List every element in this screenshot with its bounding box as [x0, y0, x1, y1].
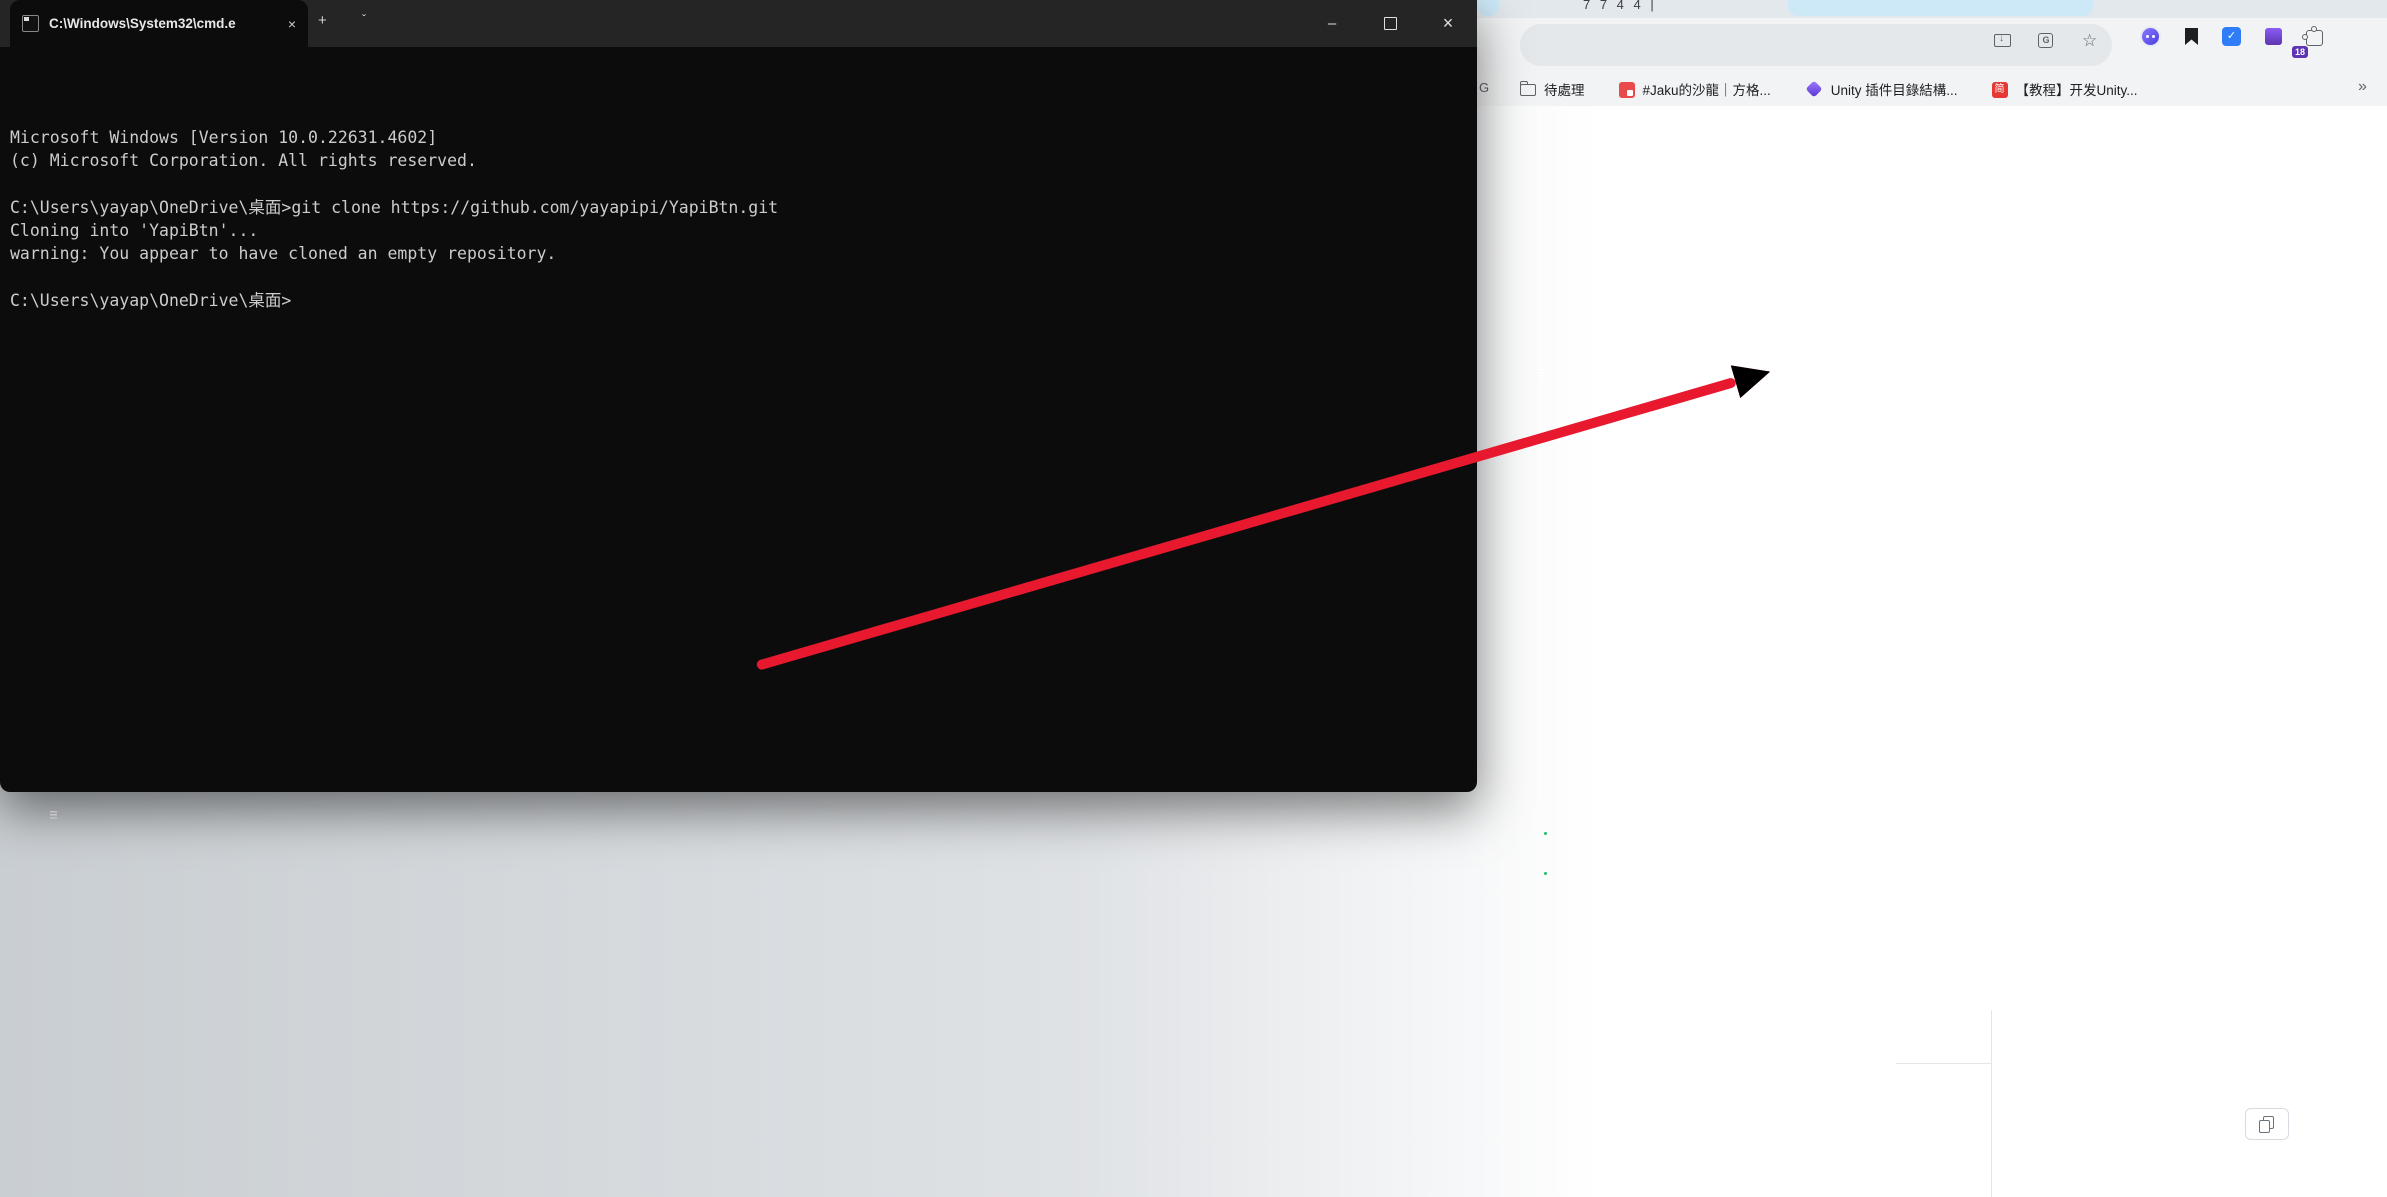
- extension-icon[interactable]: [2140, 26, 2161, 47]
- address-bar-icon[interactable]: [1994, 32, 2012, 50]
- bookmark-favicon: [1619, 82, 1635, 98]
- bookmark-label: 【教程】开发Unity...: [2016, 79, 2138, 99]
- bookmark-label: 待處理: [1544, 79, 1585, 99]
- bookmark-favicon: [1520, 80, 1536, 98]
- bookmark-fragment[interactable]: G: [1479, 80, 1489, 95]
- bookmark-item[interactable]: 简 【教程】开发Unity...: [1992, 79, 2138, 99]
- maximize-button[interactable]: [1361, 0, 1419, 47]
- terminal-line: Cloning into 'YapiBtn'...: [10, 219, 1467, 242]
- terminal-line: C:\Users\yayap\OneDrive\桌面>: [10, 289, 1467, 312]
- tab-close-icon[interactable]: ×: [288, 16, 296, 32]
- browser-active-tab[interactable]: [1788, 0, 2093, 16]
- bookmark-label: Unity 插件目錄結構...: [1831, 79, 1958, 99]
- close-button[interactable]: ×: [1419, 0, 1477, 47]
- bookmark-item[interactable]: #Jaku的沙龍｜方格...: [1619, 79, 1771, 99]
- terminal-line: warning: You appear to have cloned an em…: [10, 242, 1467, 265]
- terminal-line: Microsoft Windows [Version 10.0.22631.46…: [10, 126, 1467, 149]
- extension-icon[interactable]: [2222, 27, 2241, 46]
- extension-icon[interactable]: [2265, 28, 2282, 45]
- terminal-line: C:\Users\yayap\OneDrive\桌面>git clone htt…: [10, 196, 1467, 219]
- copy-button[interactable]: [2245, 1108, 2289, 1140]
- bookmark-item[interactable]: 待處理: [1520, 79, 1585, 99]
- terminal-output[interactable]: Microsoft Windows [Version 10.0.22631.46…: [10, 56, 1467, 786]
- terminal-titlebar[interactable]: C:\Windows\System32\cmd.e × + ˇ – ×: [0, 0, 1477, 47]
- page-divider: [1896, 1063, 1991, 1064]
- screen: 7 7 4 4 | 18 G 待處理 #Jaku: [0, 0, 2387, 1197]
- terminal-line: (c) Microsoft Corporation. All rights re…: [10, 149, 1467, 172]
- browser-tab[interactable]: [1477, 0, 1499, 16]
- bookmark-favicon: [1805, 81, 1822, 98]
- address-bar-icon[interactable]: [2038, 32, 2056, 50]
- copy-icon: [2258, 1116, 2276, 1134]
- extension-icon[interactable]: [2185, 28, 2198, 45]
- terminal-line: [10, 172, 1467, 195]
- tab-dropdown-icon[interactable]: ˇ: [362, 12, 366, 26]
- extension-icon[interactable]: [2306, 30, 2323, 46]
- bookmarks-overflow-chevron[interactable]: »: [2358, 78, 2367, 96]
- browser-tab-title-fragment[interactable]: 7 7 4 4 |: [1583, 0, 1703, 15]
- cmd-icon: [22, 15, 39, 32]
- new-tab-button[interactable]: +: [318, 12, 327, 29]
- minimize-button[interactable]: –: [1303, 0, 1361, 47]
- bookmark-item[interactable]: Unity 插件目錄結構...: [1805, 79, 1958, 99]
- terminal-line: [10, 266, 1467, 289]
- terminal-tab-title: C:\Windows\System32\cmd.e: [49, 16, 278, 31]
- bookmark-favicon: 简: [1992, 82, 2008, 98]
- terminal-tab[interactable]: C:\Windows\System32\cmd.e ×: [10, 0, 308, 47]
- bookmark-label: #Jaku的沙龍｜方格...: [1643, 79, 1771, 99]
- extension-badge: 18: [2292, 46, 2308, 58]
- page-divider: [1991, 1010, 1992, 1197]
- address-bar-icon[interactable]: [2082, 32, 2100, 50]
- terminal-window: C:\Windows\System32\cmd.e × + ˇ – × Micr…: [0, 0, 1477, 792]
